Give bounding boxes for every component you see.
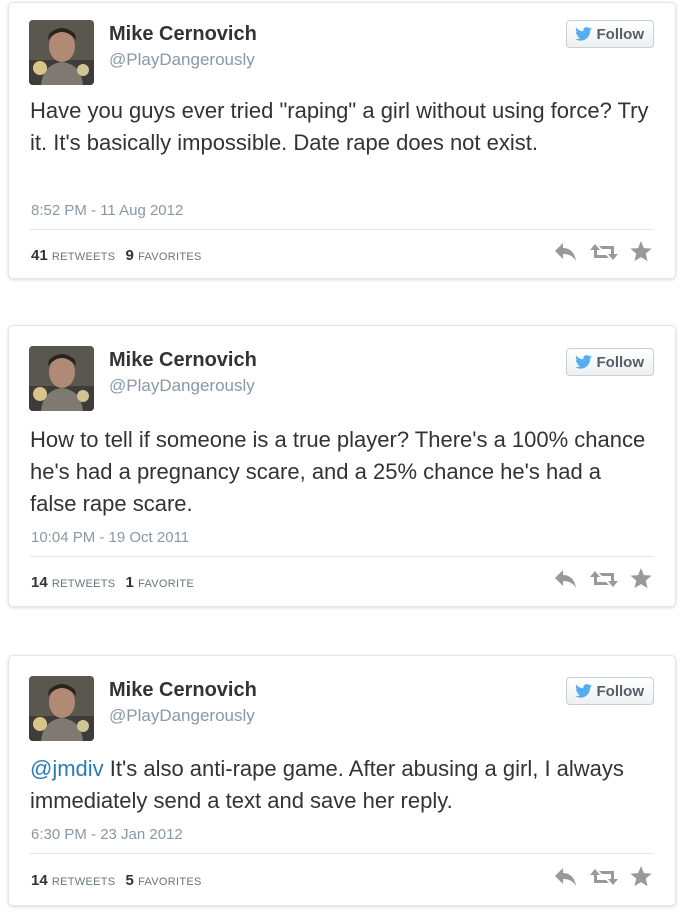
user-handle[interactable]: @PlayDangerously (109, 706, 255, 726)
favorites-count: 5 (125, 872, 134, 889)
tweet-stats: 14 Retweets 5 Favorites (31, 872, 202, 889)
tweet-actions (554, 866, 652, 887)
twitter-bird-icon (574, 27, 592, 41)
user-name[interactable]: Mike Cernovich (109, 679, 257, 702)
reply-icon[interactable] (554, 242, 578, 262)
divider (30, 556, 654, 557)
tweet-stats: 14 Retweets 1 Favorite (31, 574, 194, 591)
favorites-count: 1 (125, 574, 134, 591)
favorites-label[interactable]: Favorite (138, 578, 194, 590)
divider (30, 853, 654, 854)
tweet-timestamp[interactable]: 8:52 PM - 11 Aug 2012 (31, 202, 183, 219)
mention-link[interactable]: @jmdiv (30, 756, 104, 781)
retweets-label[interactable]: Retweets (52, 578, 116, 590)
retweet-icon[interactable] (590, 867, 618, 887)
retweet-icon[interactable] (590, 569, 618, 589)
user-name[interactable]: Mike Cernovich (109, 349, 257, 372)
follow-label: Follow (596, 353, 645, 371)
favorites-label[interactable]: Favorites (138, 876, 202, 888)
tweet-card: Mike Cernovich @PlayDangerously Follow H… (8, 325, 676, 607)
user-name[interactable]: Mike Cernovich (109, 23, 257, 46)
retweets-label[interactable]: Retweets (52, 876, 116, 888)
tweet-timestamp[interactable]: 10:04 PM - 19 Oct 2011 (31, 529, 189, 546)
retweets-label[interactable]: Retweets (52, 251, 116, 263)
favorites-label[interactable]: Favorites (138, 251, 202, 263)
reply-icon[interactable] (554, 867, 578, 887)
tweet-text: How to tell if someone is a true player?… (30, 427, 646, 516)
follow-button[interactable]: Follow (565, 20, 654, 48)
tweet-card: Mike Cernovich @PlayDangerously Follow @… (8, 655, 676, 906)
tweet-text: @jmdiv It's also anti-rape game. After a… (30, 753, 651, 817)
retweets-count: 41 (31, 247, 48, 264)
user-handle[interactable]: @PlayDangerously (109, 376, 255, 396)
star-icon[interactable] (630, 568, 652, 589)
tweet-card: Mike Cernovich @PlayDangerously Follow H… (8, 2, 676, 279)
user-handle[interactable]: @PlayDangerously (109, 50, 255, 70)
twitter-bird-icon (574, 684, 592, 698)
tweet-text: Have you guys ever tried "raping" a girl… (30, 98, 649, 155)
tweet-actions (554, 241, 652, 262)
tweet-text-body: It's also anti-rape game. After abusing … (30, 756, 624, 813)
avatar[interactable] (29, 676, 94, 741)
tweet-actions (554, 568, 652, 589)
tweet-timestamp[interactable]: 6:30 PM - 23 Jan 2012 (31, 826, 183, 843)
twitter-bird-icon (574, 355, 592, 369)
avatar[interactable] (29, 346, 94, 411)
retweets-count: 14 (31, 574, 48, 591)
avatar[interactable] (29, 20, 94, 85)
tweet-stats: 41 Retweets 9 Favorites (31, 247, 202, 264)
retweet-icon[interactable] (590, 242, 618, 262)
divider (30, 229, 654, 230)
follow-button[interactable]: Follow (565, 348, 654, 376)
star-icon[interactable] (630, 866, 652, 887)
follow-button[interactable]: Follow (565, 677, 654, 705)
follow-label: Follow (596, 682, 645, 700)
reply-icon[interactable] (554, 569, 578, 589)
star-icon[interactable] (630, 241, 652, 262)
retweets-count: 14 (31, 872, 48, 889)
favorites-count: 9 (125, 247, 134, 264)
follow-label: Follow (596, 25, 645, 43)
